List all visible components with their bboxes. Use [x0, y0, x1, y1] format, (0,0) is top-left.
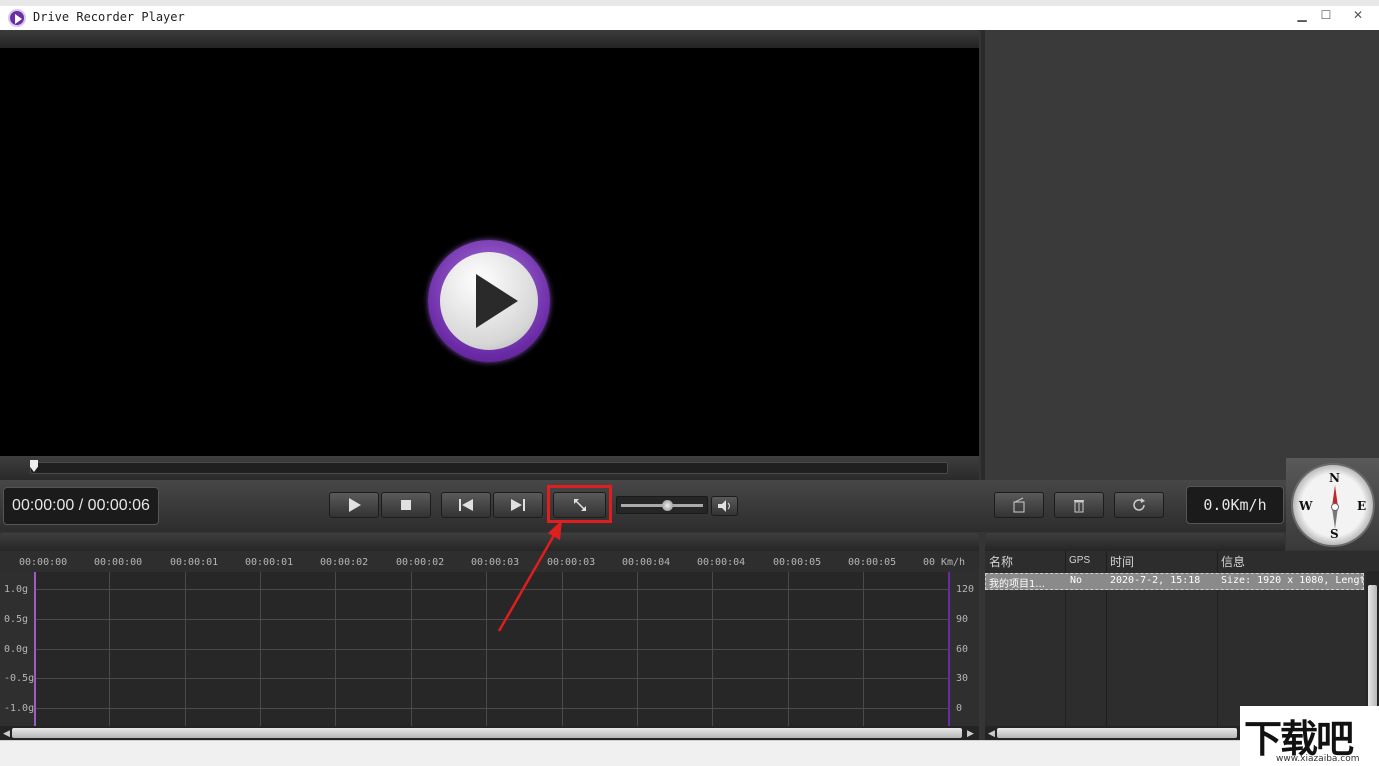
- drive-recorder-app: Drive Recorder Player ▁ ☐ ✕ 00:00:00 / 0…: [0, 0, 1379, 766]
- speed-axis-label: 30: [956, 673, 969, 684]
- volume-knob[interactable]: [662, 500, 673, 511]
- timeline-label: 00:00:02: [320, 557, 369, 568]
- title-bar: Drive Recorder Player ▁ ☐ ✕: [0, 0, 1379, 30]
- y-axis-label: -1.0g: [4, 703, 35, 714]
- timeline-label: 00:00:01: [170, 557, 219, 568]
- timeline-label: 00: [923, 557, 936, 568]
- speed-axis-label: 120: [956, 584, 975, 595]
- trash-icon: [1074, 500, 1084, 513]
- graph-start-marker[interactable]: [34, 572, 36, 726]
- table-row[interactable]: 我的项目1... No 2020-7-2, 15:18 Size: 1920 x…: [985, 573, 1364, 590]
- file-list: 名称 GPS 时间 信息 我的项目1... No 2020-7-2, 15:18…: [985, 551, 1379, 726]
- map-panel: [985, 30, 1379, 480]
- status-bar: [0, 740, 1379, 766]
- delete-button[interactable]: [1054, 492, 1104, 518]
- watermark-url: www.xiazaiba.com: [1276, 754, 1360, 764]
- row-time: 2020-7-2, 15:18: [1110, 575, 1201, 586]
- column-header-gps[interactable]: GPS: [1069, 555, 1090, 566]
- scroll-right-icon[interactable]: ▶: [967, 728, 974, 739]
- column-header-time[interactable]: 时间: [1110, 553, 1134, 570]
- compass-east: E: [1357, 499, 1367, 513]
- row-info: Size: 1920 x 1080, Length: [1221, 575, 1363, 586]
- maximize-button[interactable]: ☐: [1312, 8, 1340, 22]
- speed-axis-label: 60: [956, 644, 969, 655]
- compass-pivot: [1331, 503, 1339, 511]
- video-viewport[interactable]: [0, 48, 979, 456]
- timeline-label: 00:00:04: [622, 557, 671, 568]
- timeline-label: 00:00:00: [19, 557, 68, 568]
- scroll-left-icon[interactable]: ◀: [988, 728, 995, 739]
- speed-axis-label: 90: [956, 614, 969, 625]
- y-axis-label: 0.5g: [4, 614, 29, 625]
- gsensor-graph: 1.0g 0.5g 0.0g -0.5g -1.0g 120 90 60 30 …: [0, 572, 979, 726]
- column-header-info[interactable]: 信息: [1221, 553, 1245, 570]
- timeline-ruler: 00:00:00 00:00:00 00:00:01 00:00:01 00:0…: [0, 551, 979, 572]
- y-axis-label: -0.5g: [4, 673, 35, 684]
- stop-button[interactable]: [381, 492, 431, 518]
- play-button[interactable]: [329, 492, 379, 518]
- graph-header: [0, 533, 979, 551]
- timeline-label: 00:00:03: [547, 557, 596, 568]
- graph-end-marker[interactable]: [948, 572, 950, 726]
- timeline-label: 00:00:00: [94, 557, 143, 568]
- speed-display: 0.0Km/h: [1186, 486, 1284, 524]
- stop-icon: [401, 500, 411, 510]
- window-title: Drive Recorder Player: [33, 10, 185, 24]
- y-axis-label: 1.0g: [4, 584, 29, 595]
- fullscreen-highlight-box: [547, 485, 612, 523]
- export-button[interactable]: [994, 492, 1044, 518]
- file-list-header-bar: [985, 533, 1285, 551]
- file-list-hscroll-thumb[interactable]: [997, 728, 1237, 738]
- timeline-label: 00:00:02: [396, 557, 445, 568]
- export-icon: [1013, 497, 1025, 513]
- compass-south: S: [1330, 527, 1339, 541]
- time-display: 00:00:00 / 00:00:06: [3, 487, 159, 525]
- refresh-button[interactable]: [1114, 492, 1164, 518]
- play-icon: [349, 498, 361, 512]
- graph-scrollbar[interactable]: ◀ ▶: [0, 726, 979, 740]
- file-list-vscrollbar[interactable]: [1366, 571, 1379, 726]
- y-axis-label: 0.0g: [4, 644, 29, 655]
- timeline-label: 00:00:01: [245, 557, 294, 568]
- speed-axis-label: 0: [956, 703, 963, 714]
- previous-button[interactable]: [441, 492, 491, 518]
- seek-bar-container: [0, 456, 979, 480]
- video-header: [0, 30, 979, 48]
- compass-north: N: [1329, 471, 1340, 485]
- timeline-label: 00:00:04: [697, 557, 746, 568]
- next-button[interactable]: [493, 492, 543, 518]
- row-gps: No: [1070, 575, 1083, 586]
- app-logo-icon: [8, 9, 26, 27]
- volume-slider[interactable]: [616, 496, 708, 514]
- graph-scroll-thumb[interactable]: [12, 728, 962, 738]
- graph-plot-area: [34, 572, 948, 726]
- skip-previous-icon: [459, 499, 473, 511]
- timeline-label: 00:00:05: [848, 557, 897, 568]
- mute-button[interactable]: [711, 496, 738, 516]
- control-bar: 00:00:00 / 00:00:06 0.0Km/h: [0, 480, 1379, 532]
- compass-icon: N S E W: [1291, 463, 1375, 547]
- row-name: 我的项目1...: [989, 579, 1045, 590]
- file-list-vscroll-thumb[interactable]: [1368, 585, 1377, 720]
- watermark-logo: 下载吧 www.xiazaiba.com: [1240, 706, 1379, 766]
- skip-next-icon: [511, 499, 525, 511]
- timeline-label: 00:00:05: [773, 557, 822, 568]
- refresh-icon: [1133, 498, 1145, 511]
- close-button[interactable]: ✕: [1344, 8, 1372, 22]
- compass-west: W: [1299, 499, 1313, 513]
- big-play-icon[interactable]: [428, 240, 550, 362]
- seek-bar[interactable]: [30, 462, 948, 474]
- column-header-name[interactable]: 名称: [989, 553, 1013, 570]
- speaker-icon: [717, 500, 730, 512]
- timeline-label: 00:00:03: [471, 557, 520, 568]
- speed-unit-label: Km/h: [941, 557, 966, 568]
- scroll-left-icon[interactable]: ◀: [3, 728, 10, 739]
